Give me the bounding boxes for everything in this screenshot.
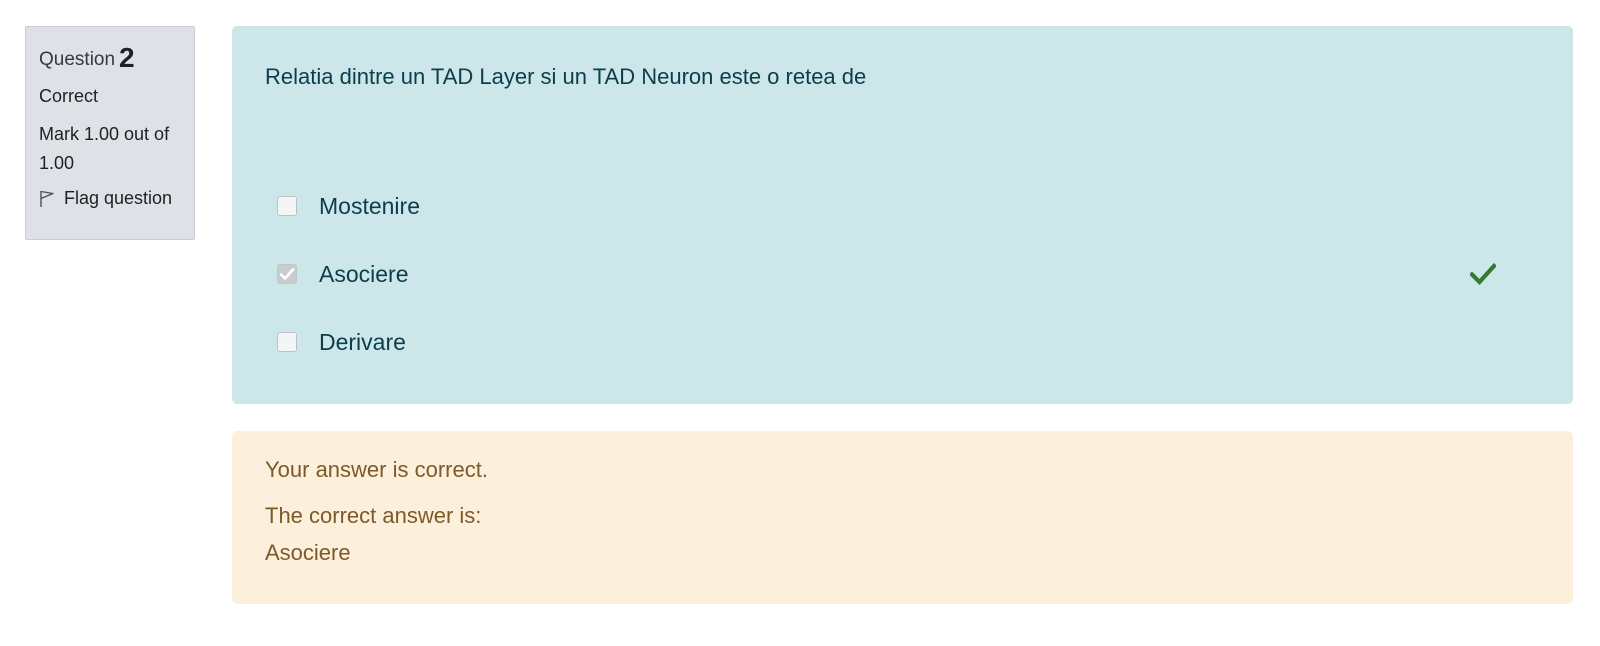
answer-checkbox-checked[interactable] bbox=[277, 264, 297, 284]
answer-option-mostenire[interactable]: Mostenire bbox=[265, 172, 1540, 240]
checkmark-icon bbox=[279, 268, 295, 280]
right-answer: The correct answer is: Asociere bbox=[265, 497, 1540, 571]
question-grade: Mark 1.00 out of 1.00 bbox=[39, 124, 170, 173]
answer-checkbox[interactable] bbox=[277, 196, 297, 216]
right-answer-value: Asociere bbox=[265, 540, 351, 565]
question-outcome: Your answer is correct. The correct answ… bbox=[232, 431, 1573, 604]
question-formulation: Relatia dintre un TAD Layer si un TAD Ne… bbox=[232, 26, 1573, 404]
question-text: Relatia dintre un TAD Layer si un TAD Ne… bbox=[265, 64, 867, 89]
question-label: Question bbox=[39, 49, 116, 70]
answer-label: Derivare bbox=[319, 328, 406, 355]
feedback-text: Your answer is correct. bbox=[265, 457, 488, 482]
answer-option-derivare[interactable]: Derivare bbox=[265, 308, 1540, 376]
flag-question-label: Flag question bbox=[64, 188, 173, 208]
question-state: Correct bbox=[39, 86, 99, 106]
question-info-panel: Question 2 Correct Mark 1.00 out of 1.00 … bbox=[25, 26, 195, 240]
answer-label: Asociere bbox=[319, 260, 409, 287]
answer-list: Mostenire Asociere Derivare bbox=[265, 172, 1540, 376]
answer-option-asociere[interactable]: Asociere bbox=[265, 240, 1540, 308]
flag-icon bbox=[39, 190, 55, 208]
right-answer-label: The correct answer is: bbox=[265, 503, 482, 528]
answer-label: Mostenire bbox=[319, 192, 420, 219]
check-icon bbox=[1469, 263, 1497, 286]
question-number: 2 bbox=[119, 42, 135, 73]
question-number-line: Question 2 bbox=[39, 42, 181, 74]
answer-checkbox[interactable] bbox=[277, 332, 297, 352]
flag-question-link[interactable]: Flag question bbox=[39, 188, 181, 209]
